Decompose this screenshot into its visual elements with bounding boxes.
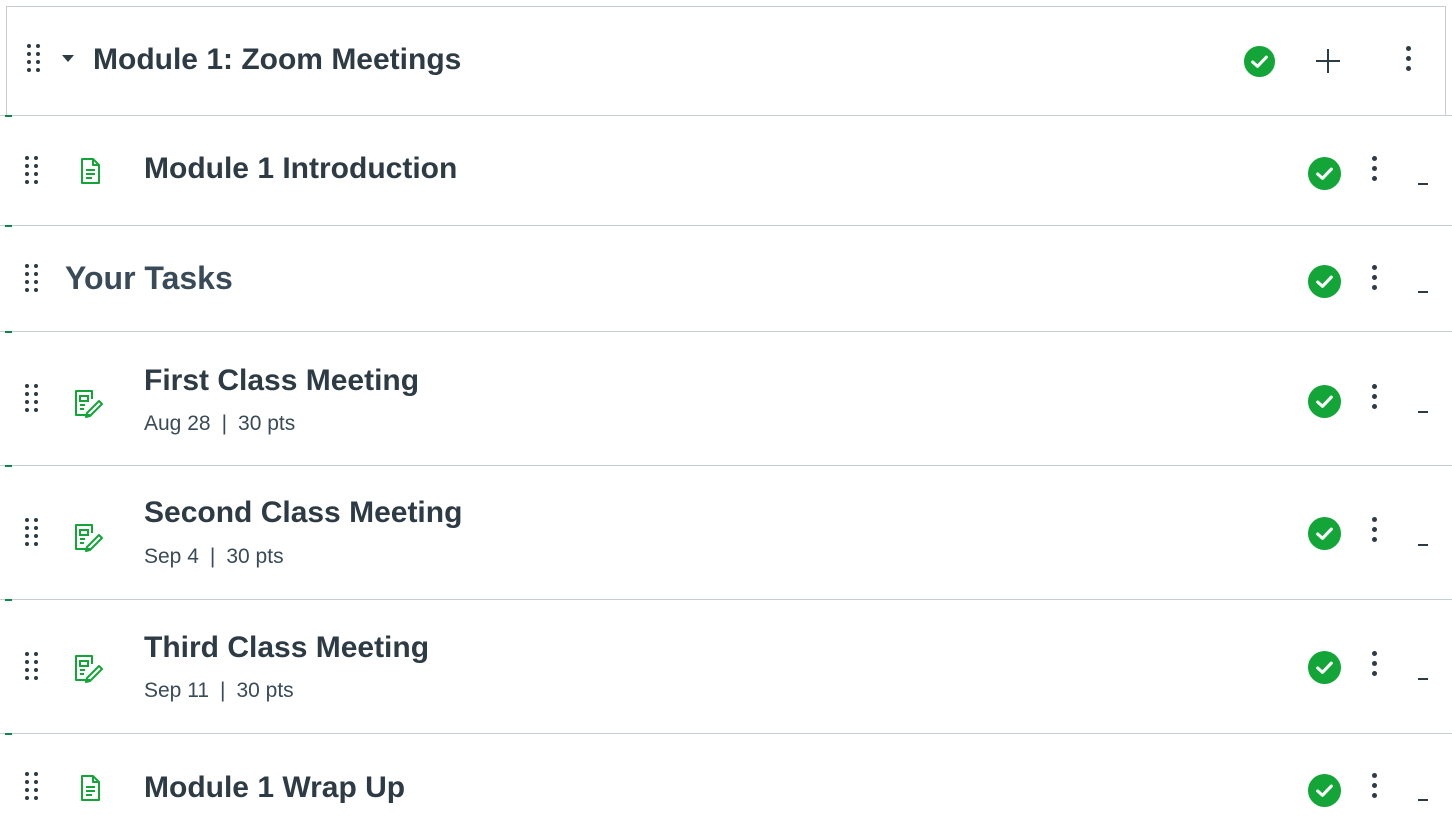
- item-indicator: [5, 331, 12, 333]
- points: 30 pts: [226, 545, 284, 568]
- module-container: Module 1: Zoom Meetings Module 1 Introdu…: [0, 0, 1452, 839]
- item-menu-indicator: [1418, 544, 1428, 546]
- points: 30 pts: [238, 412, 296, 435]
- module-item-page[interactable]: Module 1 Wrap Up: [0, 733, 1452, 839]
- kebab-menu-icon[interactable]: [1367, 156, 1381, 181]
- check-circle-icon[interactable]: [1307, 650, 1342, 685]
- check-circle-icon[interactable]: [1307, 516, 1342, 551]
- drag-handle-icon[interactable]: [25, 518, 40, 546]
- item-title[interactable]: Module 1 Introduction: [144, 152, 457, 186]
- kebab-menu-icon[interactable]: [1367, 265, 1381, 290]
- module-item-assignment[interactable]: First Class Meeting Aug 28 | 30 pts: [0, 331, 1452, 465]
- item-details: Sep 4 | 30 pts: [144, 545, 284, 569]
- due-date: Sep 4: [144, 545, 199, 568]
- check-circle-icon[interactable]: [1307, 384, 1342, 419]
- module-header[interactable]: Module 1: Zoom Meetings: [6, 6, 1446, 115]
- drag-handle-icon[interactable]: [25, 264, 40, 292]
- module-item-assignment[interactable]: Second Class Meeting Sep 4 | 30 pts: [0, 465, 1452, 599]
- check-circle-icon[interactable]: [1307, 156, 1342, 191]
- item-indicator: [5, 225, 12, 227]
- item-title[interactable]: Second Class Meeting: [144, 496, 462, 530]
- module-item-page[interactable]: Module 1 Introduction: [0, 115, 1452, 225]
- meta-separator: |: [221, 412, 228, 435]
- kebab-menu-icon[interactable]: [1367, 384, 1381, 409]
- assignment-icon: [75, 524, 103, 552]
- item-indicator: [5, 599, 12, 601]
- item-menu-indicator: [1418, 799, 1428, 801]
- due-date: Aug 28: [144, 412, 211, 435]
- kebab-menu-icon[interactable]: [1367, 517, 1381, 542]
- page-icon: [81, 158, 100, 184]
- page-icon: [81, 775, 100, 801]
- item-menu-indicator: [1418, 183, 1428, 185]
- check-circle-icon[interactable]: [1307, 773, 1342, 808]
- kebab-menu-icon[interactable]: [1401, 46, 1415, 71]
- drag-handle-icon[interactable]: [25, 652, 40, 680]
- due-date: Sep 11: [144, 679, 209, 702]
- drag-handle-icon[interactable]: [25, 772, 40, 800]
- item-indicator: [5, 465, 12, 467]
- drag-handle-icon[interactable]: [25, 384, 40, 412]
- module-item-subheader[interactable]: Your Tasks: [0, 225, 1452, 331]
- assignment-icon: [75, 655, 103, 683]
- module-item-assignment[interactable]: Third Class Meeting Sep 11 | 30 pts: [0, 599, 1452, 733]
- meta-separator: |: [220, 679, 226, 702]
- plus-icon[interactable]: [1312, 45, 1344, 77]
- item-title[interactable]: First Class Meeting: [144, 364, 419, 398]
- drag-handle-icon[interactable]: [27, 44, 42, 72]
- kebab-menu-icon[interactable]: [1367, 651, 1381, 676]
- item-menu-indicator: [1418, 678, 1428, 680]
- item-menu-indicator: [1418, 411, 1428, 413]
- drag-handle-icon[interactable]: [25, 156, 40, 184]
- assignment-icon: [75, 390, 103, 418]
- caret-down-icon[interactable]: [62, 55, 74, 62]
- item-details: Sep 11 | 30 pts: [144, 679, 294, 703]
- item-title[interactable]: Module 1 Wrap Up: [144, 771, 405, 805]
- subheader-title: Your Tasks: [65, 260, 233, 296]
- item-menu-indicator: [1418, 291, 1428, 293]
- item-title[interactable]: Third Class Meeting: [144, 631, 429, 665]
- kebab-menu-icon[interactable]: [1367, 773, 1381, 798]
- points: 30 pts: [236, 679, 294, 702]
- item-details: Aug 28 | 30 pts: [144, 412, 295, 436]
- check-circle-icon[interactable]: [1307, 264, 1342, 299]
- check-circle-icon[interactable]: [1243, 45, 1276, 78]
- item-indicator: [5, 733, 12, 735]
- item-indicator: [5, 115, 12, 117]
- meta-separator: |: [209, 545, 216, 568]
- module-title[interactable]: Module 1: Zoom Meetings: [93, 43, 461, 77]
